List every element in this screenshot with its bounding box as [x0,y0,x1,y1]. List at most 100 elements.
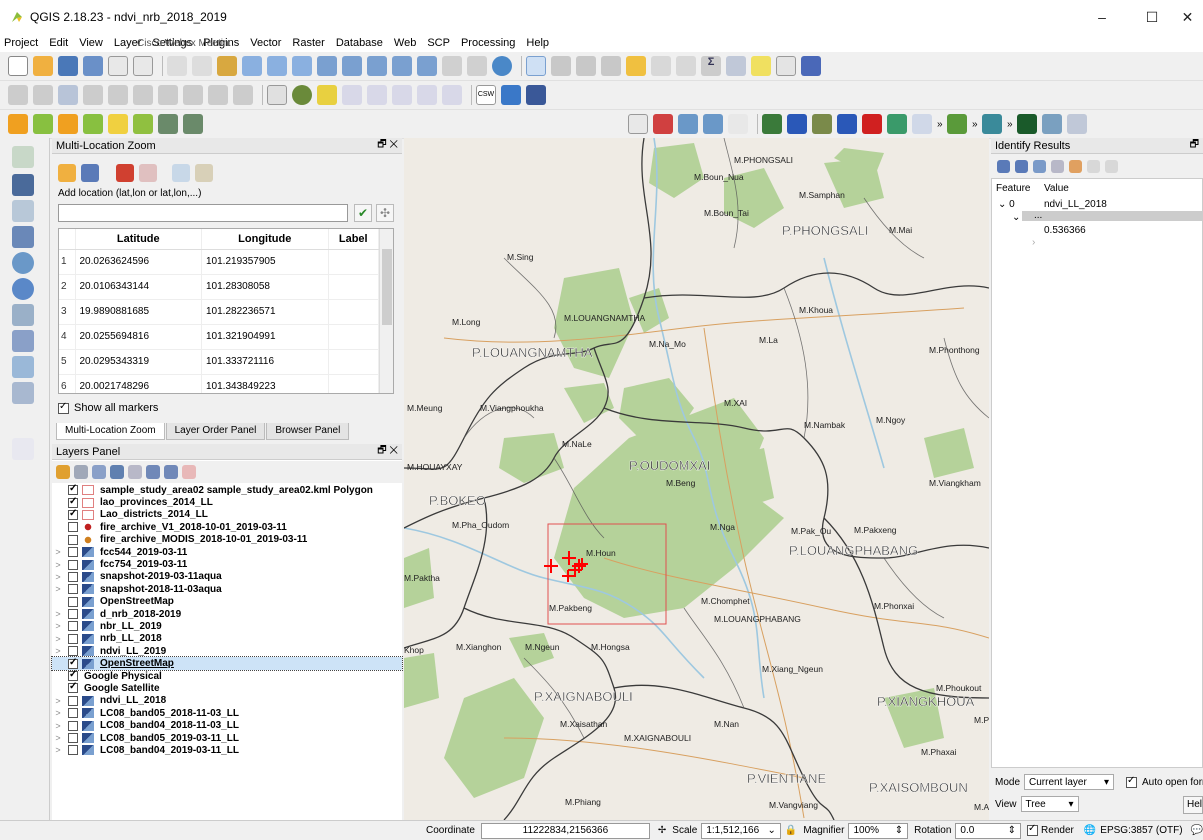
row-number[interactable]: 1 [59,249,76,275]
scp-zoom-icon[interactable] [678,114,698,134]
change-label-icon[interactable] [442,85,462,105]
scale-combo[interactable]: 1:1,512,166 ⌄ [701,822,781,839]
minimize-button[interactable]: – [1079,0,1125,34]
plugin-c-icon[interactable] [58,114,78,134]
text-annotation-icon[interactable] [776,56,796,76]
plugin-tool-icon[interactable] [526,85,546,105]
layer-item[interactable]: > snapshot-2018-11-03aqua [52,583,402,595]
zoom-in-icon[interactable] [242,56,262,76]
row-latitude[interactable]: 19.9890881685 [75,299,202,325]
tab-browser[interactable]: Browser Panel [266,423,350,440]
row-longitude[interactable]: 101.282236571 [201,299,329,325]
expand-arrow-icon[interactable]: > [52,609,64,619]
expand-chevron-icon[interactable]: › [1032,237,1035,248]
expand-arrow-icon[interactable]: > [52,721,64,731]
plugin-j-icon[interactable] [982,114,1002,134]
row-label[interactable] [328,299,379,325]
new-shapefile-icon[interactable] [12,382,34,404]
layer-visibility-checkbox[interactable] [68,496,78,508]
add-group-icon[interactable] [74,465,88,479]
new-spatialite-icon[interactable] [12,356,34,378]
pin-labels-icon[interactable] [342,85,362,105]
layer-visibility-checkbox[interactable] [68,596,78,607]
expand-new-icon[interactable] [1033,159,1046,173]
col-value[interactable]: Value [1044,183,1069,194]
python-console-icon[interactable] [501,85,521,105]
filter-legend-icon[interactable] [128,465,142,479]
row-latitude[interactable]: 20.0021748296 [75,374,202,393]
plugin-d-icon[interactable] [83,114,103,134]
auto-open-checkbox[interactable] [1126,775,1138,788]
expand-arrow-icon[interactable]: > [52,745,64,755]
menu-help[interactable]: Help [526,37,549,49]
scp-layers-icon[interactable] [762,114,782,134]
layer-visibility-checkbox[interactable] [68,708,78,719]
refresh-icon[interactable] [492,56,512,76]
plugin-k-icon[interactable] [1017,114,1037,134]
layer-visibility-checkbox[interactable] [68,646,78,657]
panel-float-close-icon[interactable]: 🗗 ✕ [377,443,398,460]
row-latitude[interactable]: 20.0295343319 [75,349,202,375]
layer-visibility-checkbox[interactable] [68,609,78,620]
layer-visibility-checkbox[interactable] [68,669,78,682]
scp-pointer-icon[interactable] [703,114,723,134]
menu-processing[interactable]: Processing [461,37,515,49]
layer-item[interactable]: sample_study_area02 sample_study_area02.… [52,483,402,496]
crs-status[interactable]: EPSG:3857 (OTF) [1100,825,1182,836]
add-raster-layer-icon[interactable] [12,174,34,196]
composer-manager-icon[interactable] [133,56,153,76]
add-feature-icon[interactable] [83,85,103,105]
layer-visibility-checkbox[interactable] [68,522,78,533]
clear-results-icon[interactable] [1051,159,1064,173]
col-feature[interactable]: Feature [996,183,1030,194]
layer-item[interactable]: > ndvi_LL_2018 [52,695,402,707]
scp-band-set-icon[interactable] [628,114,648,134]
selected-row[interactable] [1022,211,1203,221]
current-edits-icon[interactable] [8,85,28,105]
menu-view[interactable]: View [79,37,103,49]
layer-visibility-checkbox[interactable] [68,508,78,520]
gps-tools-icon[interactable] [12,438,34,460]
plugin-a-icon[interactable] [8,114,28,134]
menu-raster[interactable]: Raster [292,37,324,49]
new-print-composer-icon[interactable] [108,56,128,76]
layer-item[interactable]: > LC08_band04_2018-11-03_LL [52,719,402,731]
zoom-full-icon[interactable] [317,56,337,76]
save-as-icon[interactable] [83,56,103,76]
layer-visibility-checkbox[interactable] [68,681,78,694]
layer-visibility-checkbox[interactable] [68,559,78,570]
save-project-icon[interactable] [58,56,78,76]
select-by-value-icon[interactable] [601,56,621,76]
expand-tree-icon[interactable] [997,159,1010,173]
pick-point-icon[interactable] [195,164,213,182]
paste-features-icon[interactable] [233,85,253,105]
remove-layer-icon[interactable] [182,465,196,479]
row-label[interactable] [328,324,379,350]
style-icon[interactable] [56,465,70,479]
expand-arrow-icon[interactable]: > [52,696,64,706]
expand-arrow-icon[interactable]: > [52,621,64,631]
layer-item[interactable]: OpenStreetMap [51,656,403,671]
col-latitude[interactable]: Latitude [75,229,202,250]
zoom-layer-icon[interactable] [367,56,387,76]
row-longitude[interactable]: 101.321904991 [201,324,329,350]
show-hide-labels-icon[interactable] [367,85,387,105]
scp-band-calc-icon[interactable] [837,114,857,134]
measure-icon[interactable] [726,56,746,76]
layer-visibility-checkbox[interactable] [68,657,78,669]
add-postgis-icon[interactable] [12,226,34,248]
layer-visibility-checkbox[interactable] [68,720,78,731]
row-longitude[interactable]: 101.219357905 [201,249,329,275]
bookmarks-icon[interactable] [467,56,487,76]
row-longitude[interactable]: 101.28308058 [201,274,329,300]
magnifier-spinbox[interactable]: 100% ⇕ [848,822,909,839]
layer-item[interactable]: > LC08_band05_2018-11-03_LL [52,707,402,719]
row-latitude[interactable]: 20.0263624596 [75,249,202,275]
feature-index[interactable]: ⌄ 0 [998,199,1015,210]
map-svg[interactable]: M.PHONGSALI M.Boun_Nua M.Samphan M.Boun_Tai… [404,138,989,820]
statistics-icon[interactable]: Σ [701,56,721,76]
node-tool-icon[interactable] [133,85,153,105]
location-row[interactable]: 5 20.0295343319 101.333721116 [59,349,379,375]
new-project-icon[interactable] [8,56,28,76]
expand-all-icon[interactable] [146,465,160,479]
